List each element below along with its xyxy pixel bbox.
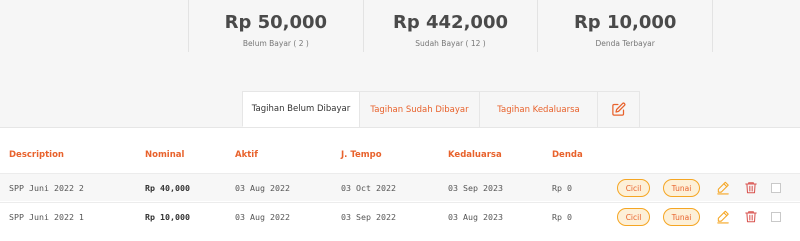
summary-label: Sudah Bayar ( 12 ) (415, 39, 486, 48)
pencil-icon[interactable] (716, 209, 730, 224)
cell-kedaluarsa: 03 Sep 2023 (448, 183, 503, 193)
summary-label: Denda Terbayar (595, 39, 655, 48)
tab-edit[interactable] (597, 91, 640, 127)
cell-aktif: 03 Aug 2022 (235, 183, 290, 193)
payment-summary: Rp 50,000 Belum Bayar ( 2 ) Rp 442,000 S… (188, 0, 714, 52)
summary-denda-terbayar: Rp 10,000 Denda Terbayar (537, 0, 714, 52)
edit-icon (612, 102, 626, 116)
header-denda: Denda (552, 150, 583, 160)
cell-kedaluarsa: 03 Aug 2023 (448, 212, 503, 222)
cell-nominal: Rp 10,000 (145, 212, 190, 222)
table-row: SPP Juni 2022 2 Rp 40,000 03 Aug 2022 03… (0, 173, 800, 201)
header-aktif: Aktif (235, 150, 258, 160)
cell-jatuh-tempo: 03 Sep 2022 (341, 212, 396, 222)
cell-nominal: Rp 40,000 (145, 183, 190, 193)
cell-denda: Rp 0 (552, 183, 572, 193)
summary-value: Rp 50,000 (224, 12, 328, 33)
cell-denda: Rp 0 (552, 212, 572, 222)
row-checkbox[interactable] (771, 183, 781, 193)
cell-description: SPP Juni 2022 2 (9, 183, 84, 193)
header-kedaluarsa: Kedaluarsa (448, 150, 502, 160)
tab-tagihan-kedaluarsa[interactable]: Tagihan Kedaluarsa (479, 91, 597, 127)
trash-icon[interactable] (744, 180, 758, 195)
bills-table: Description Nominal Aktif J. Tempo Kedal… (0, 127, 800, 241)
tunai-button[interactable]: Tunai (663, 208, 700, 226)
summary-belum-bayar: Rp 50,000 Belum Bayar ( 2 ) (188, 0, 363, 52)
bill-tabs: Tagihan Belum Dibayar Tagihan Sudah Diba… (242, 91, 640, 127)
trash-icon[interactable] (744, 209, 758, 224)
summary-sudah-bayar: Rp 442,000 Sudah Bayar ( 12 ) (362, 0, 538, 52)
cicil-button[interactable]: Cicil (617, 208, 650, 226)
header-nominal: Nominal (145, 150, 185, 160)
cell-aktif: 03 Aug 2022 (235, 212, 290, 222)
tunai-button[interactable]: Tunai (663, 179, 700, 197)
table-header: Description Nominal Aktif J. Tempo Kedal… (0, 128, 800, 173)
summary-value: Rp 442,000 (393, 12, 508, 33)
summary-label: Belum Bayar ( 2 ) (242, 39, 309, 48)
tab-tagihan-sudah-dibayar[interactable]: Tagihan Sudah Dibayar (359, 91, 479, 127)
tab-tagihan-belum-dibayar[interactable]: Tagihan Belum Dibayar (242, 91, 359, 127)
cell-jatuh-tempo: 03 Oct 2022 (341, 183, 396, 193)
row-checkbox[interactable] (771, 212, 781, 222)
table-row: SPP Juni 2022 1 Rp 10,000 03 Aug 2022 03… (0, 202, 800, 230)
cell-description: SPP Juni 2022 1 (9, 212, 84, 222)
pencil-icon[interactable] (716, 180, 730, 195)
header-jatuh-tempo: J. Tempo (341, 150, 382, 160)
cicil-button[interactable]: Cicil (617, 179, 650, 197)
header-description: Description (9, 150, 64, 160)
summary-value: Rp 10,000 (573, 12, 677, 33)
